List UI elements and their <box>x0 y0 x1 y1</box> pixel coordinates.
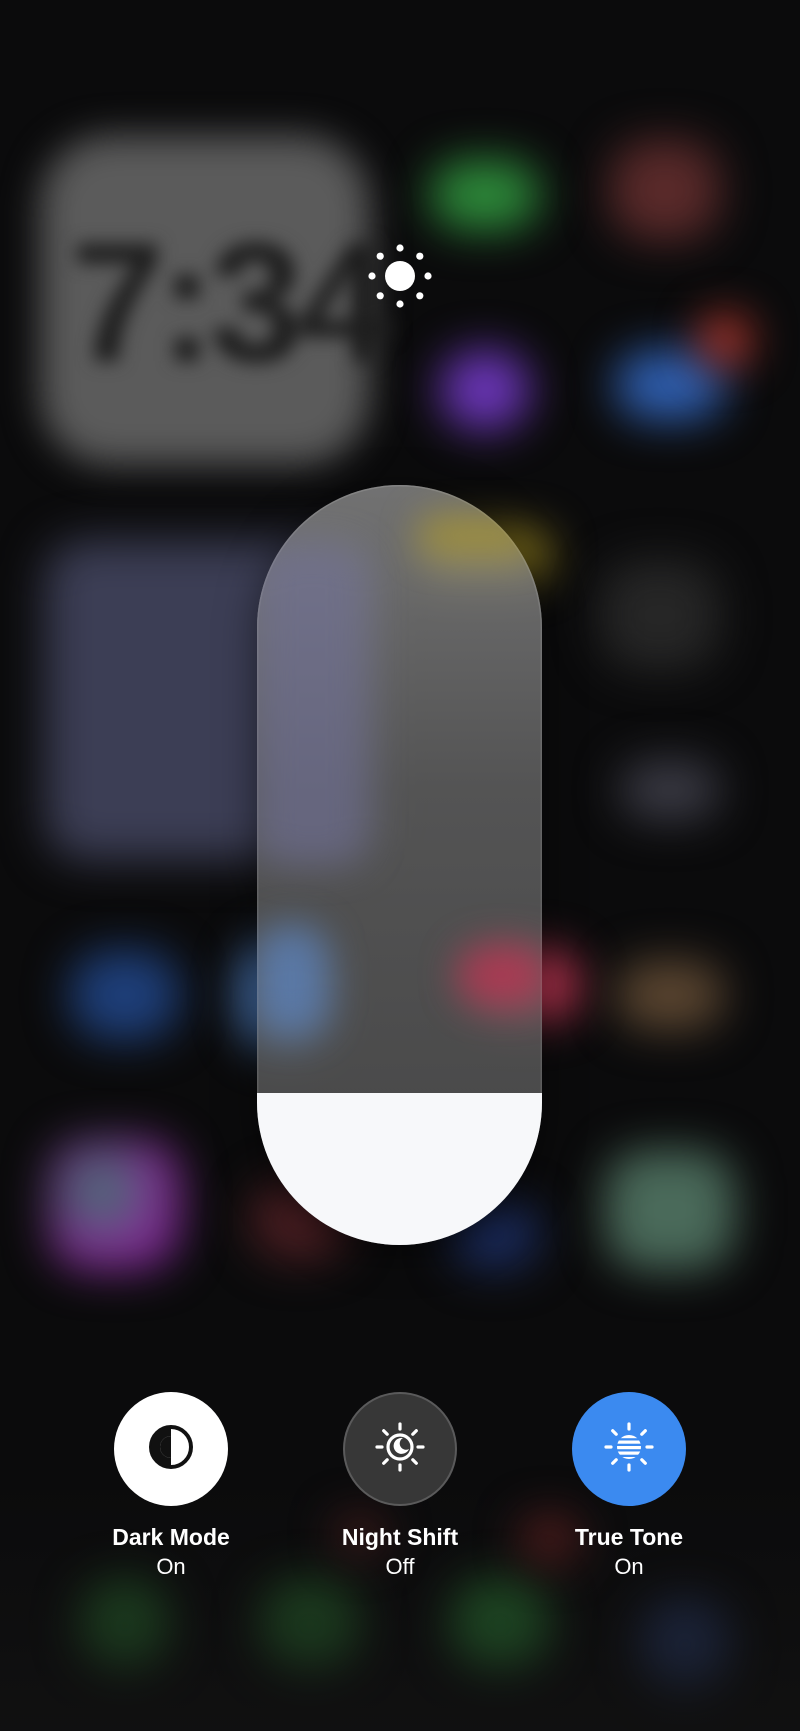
app-icon-photos <box>605 1150 735 1270</box>
true-tone-control[interactable]: True Tone On <box>529 1392 729 1582</box>
app-icon-colorful <box>50 1140 180 1270</box>
night-shift-button[interactable] <box>343 1392 457 1506</box>
app-icon-orange <box>615 960 725 1030</box>
dark-mode-icon <box>145 1421 197 1478</box>
slider-reflection-pink <box>457 945 542 1005</box>
notification-badge <box>700 315 750 365</box>
true-tone-button[interactable] <box>572 1392 686 1506</box>
app-icon-blue-2 <box>70 950 180 1040</box>
dark-mode-label: Dark Mode <box>112 1524 230 1550</box>
night-shift-icon <box>372 1419 428 1480</box>
slider-reflection-yellow <box>417 515 537 555</box>
night-shift-status: Off <box>385 1554 415 1579</box>
night-shift-label: Night Shift <box>341 1524 459 1550</box>
clock-widget-time: 7:34 <box>70 208 392 398</box>
app-icon-gray <box>600 560 720 670</box>
app-icon-gray-2 <box>620 760 720 820</box>
dark-mode-status: On <box>156 1554 186 1579</box>
app-icon-blue <box>615 350 725 420</box>
dark-mode-control[interactable]: Dark Mode On <box>71 1392 271 1582</box>
true-tone-label: True Tone <box>574 1524 684 1550</box>
true-tone-icon <box>601 1419 657 1480</box>
display-controls: Dark Mode On Night Shift Off True Tone O… <box>0 1392 800 1592</box>
true-tone-status: On <box>614 1554 644 1579</box>
slider-reflection-widget <box>257 545 367 865</box>
brightness-level-fill <box>257 1093 542 1245</box>
night-shift-control[interactable]: Night Shift Off <box>300 1392 500 1582</box>
app-icon-red <box>610 140 720 240</box>
slider-reflection-lightblue <box>257 925 327 1035</box>
app-icon-green <box>430 160 540 230</box>
brightness-sun-icon <box>364 240 436 312</box>
brightness-slider[interactable] <box>257 485 542 1245</box>
dark-mode-button[interactable] <box>114 1392 228 1506</box>
app-icon-purple <box>440 350 530 430</box>
